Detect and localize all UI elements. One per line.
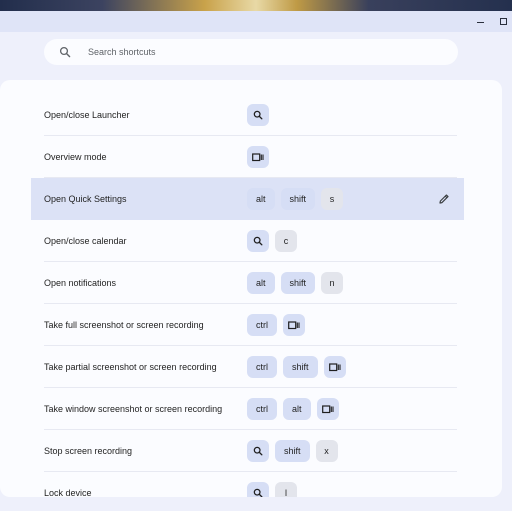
shortcut-description: Lock device [44, 488, 92, 497]
shortcut-keys: ctrl shift [247, 356, 346, 378]
shortcut-keys: ctrl alt [247, 398, 339, 420]
shortcut-keys [247, 104, 269, 126]
shortcut-description: Stop screen recording [44, 446, 133, 456]
shortcut-keys: alt shift s [247, 188, 344, 210]
shortcut-row[interactable]: Open/close Launcher [0, 94, 502, 136]
shortcut-description: Open Quick Settings [44, 194, 127, 204]
search-input[interactable] [88, 39, 448, 65]
maximize-button[interactable] [496, 14, 510, 28]
overview-key-icon [316, 398, 339, 420]
key-n: n [321, 272, 344, 294]
search-key-icon [247, 482, 269, 497]
key-shift: shift [280, 272, 316, 294]
key-c: c [275, 230, 297, 252]
shortcut-row[interactable]: Lock device l [0, 472, 502, 497]
search-bar[interactable] [44, 39, 458, 65]
shortcut-description: Take window screenshot or screen recordi… [44, 404, 223, 414]
shortcut-row[interactable]: Take full screenshot or screen recording… [0, 304, 502, 346]
key-shift: shift [275, 440, 310, 462]
shortcut-keys: shift x [247, 440, 338, 462]
key-l: l [275, 482, 297, 497]
shortcut-row[interactable]: Take window screenshot or screen recordi… [0, 388, 502, 430]
search-key-icon [247, 104, 269, 126]
shortcut-description: Open/close Launcher [44, 110, 130, 120]
shortcut-row[interactable]: Take partial screenshot or screen record… [0, 346, 502, 388]
key-alt: alt [247, 188, 275, 210]
shortcut-description: Overview mode [44, 152, 107, 162]
search-key-icon [247, 440, 269, 462]
shortcut-keys: c [247, 230, 297, 252]
title-bar [0, 11, 512, 32]
overview-key-icon [247, 146, 269, 168]
maximize-icon [499, 17, 507, 25]
overview-key-icon [323, 356, 346, 378]
key-ctrl: ctrl [247, 398, 277, 420]
shortcut-row[interactable]: Stop screen recording shift x [0, 430, 502, 472]
overview-key-icon [283, 314, 305, 336]
shortcuts-app-window: Open/close Launcher Overview mode Open Qui… [0, 11, 512, 511]
key-shift: shift [283, 356, 318, 378]
minimize-button[interactable] [473, 14, 487, 28]
key-alt: alt [283, 398, 311, 420]
shortcut-row[interactable]: Open notifications alt shift n [0, 262, 502, 304]
shortcut-row[interactable]: Open Quick Settings alt shift s [0, 178, 502, 220]
shortcut-keys: ctrl [247, 314, 305, 336]
search-key-icon [247, 230, 269, 252]
shortcut-keys: alt shift n [247, 272, 344, 294]
key-ctrl: ctrl [247, 356, 277, 378]
shortcut-keys [247, 146, 269, 168]
shortcut-description: Open/close calendar [44, 236, 127, 246]
minimize-icon [476, 22, 484, 23]
wallpaper-strip [0, 0, 512, 11]
key-x: x [315, 440, 338, 462]
shortcut-keys: l [247, 482, 297, 497]
shortcut-description: Take full screenshot or screen recording [44, 320, 204, 330]
pencil-icon[interactable] [438, 193, 450, 205]
shortcut-description: Take partial screenshot or screen record… [44, 362, 217, 372]
search-icon [59, 46, 71, 58]
key-alt: alt [247, 272, 275, 294]
key-ctrl: ctrl [247, 314, 277, 336]
shortcut-description: Open notifications [44, 278, 117, 288]
key-shift: shift [280, 188, 316, 210]
shortcuts-list: Open/close Launcher Overview mode Open Qui… [0, 80, 502, 497]
shortcut-row[interactable]: Overview mode [0, 136, 502, 178]
key-s: s [321, 188, 344, 210]
shortcut-row[interactable]: Open/close calendar c [0, 220, 502, 262]
